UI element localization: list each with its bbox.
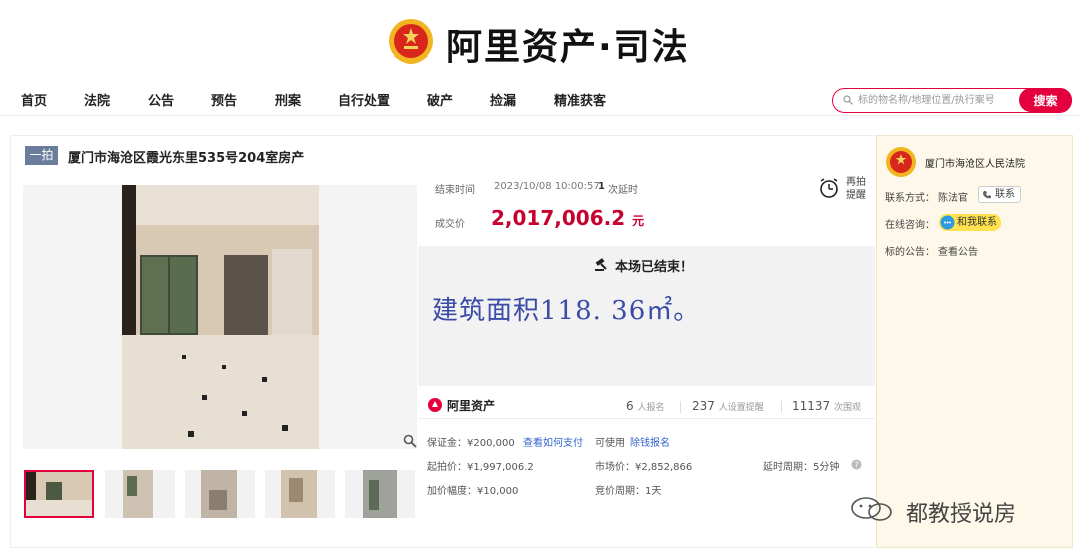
site-header: 阿里资产·司法 xyxy=(0,0,1080,84)
nav-home[interactable]: 首页 xyxy=(21,90,47,109)
phone-icon xyxy=(983,191,991,199)
thumbnail-4[interactable] xyxy=(265,470,335,518)
delay-text: 次延时 xyxy=(608,185,638,196)
thumbnail-1[interactable] xyxy=(24,470,94,518)
watermark-text: 都教授说房 xyxy=(906,502,1017,527)
reminders-stat: 237 人设置提醒 xyxy=(692,399,764,413)
nav-criminal[interactable]: 刑案 xyxy=(275,90,301,109)
consult-button[interactable]: 和我联系 xyxy=(939,214,1001,231)
deposit: 保证金：¥200,000 xyxy=(427,438,515,449)
delay-count: 1 xyxy=(598,181,605,192)
wechat-watermark: 都教授说房 xyxy=(848,494,1058,527)
notice-label: 标的公告： xyxy=(885,247,935,258)
nav-bankruptcy[interactable]: 破产 xyxy=(427,90,453,109)
room-image xyxy=(122,185,319,449)
how-to-pay-link[interactable]: 查看如何支付 xyxy=(523,434,583,449)
auction-round-badge: 一拍 xyxy=(25,146,58,165)
search-box: 搜索 xyxy=(832,88,1072,113)
gavel-icon xyxy=(595,258,607,271)
can-use-text: 可使用 xyxy=(595,438,625,449)
views-stat: 11137 次围观 xyxy=(792,399,862,413)
end-time-value: 2023/10/08 10:00:57 xyxy=(494,181,600,192)
auction-ended-panel: 本场已结束！ 建筑面积118. 36㎡。 xyxy=(418,246,875,386)
search-icon xyxy=(843,95,853,105)
market-price: 市场价：¥2,852,866 xyxy=(595,462,693,473)
brand-title: 阿里资产·司法 xyxy=(446,27,690,68)
end-time-label: 结束时间 xyxy=(435,185,475,196)
divider xyxy=(781,401,782,413)
loan-signup-link[interactable]: 除钱报名 xyxy=(630,434,670,449)
contact-label: 联系方式： xyxy=(885,193,935,204)
court-emblem-small-icon xyxy=(886,147,916,177)
reauction-remind-button[interactable]: 再拍 提醒 xyxy=(818,173,876,203)
listing-panel: 一拍 厦门市海沧区霞光东里535号204室房产 结束时间 2023/10/08 … xyxy=(10,135,876,548)
nav-preview[interactable]: 预告 xyxy=(211,90,237,109)
listing-title: 厦门市海沧区霞光东里535号204室房产 xyxy=(68,151,305,166)
deal-price: 2,017,006.2 元 xyxy=(491,206,645,230)
nav-precise-customer[interactable]: 精准获客 xyxy=(554,90,606,109)
bid-increment: 加价幅度：¥10,000 xyxy=(427,486,519,497)
court-name[interactable]: 厦门市海沧区人民法院 xyxy=(925,155,1025,170)
signups-stat: 6 人报名 xyxy=(626,399,665,413)
consult-label: 在线咨询： xyxy=(885,220,935,231)
alarm-clock-icon xyxy=(820,178,838,198)
court-info-panel: 厦门市海沧区人民法院 联系方式： 陈法官 联系 在线咨询： 和我联系 标的公告：… xyxy=(876,135,1073,548)
thumbnail-2[interactable] xyxy=(105,470,175,518)
auction-ended-text: 本场已结束！ xyxy=(615,260,694,275)
start-price: 起拍价：¥1,997,006.2 xyxy=(427,462,534,473)
deal-price-label: 成交价 xyxy=(435,219,465,230)
ali-assets-logo-icon xyxy=(428,398,442,412)
search-button[interactable]: 搜索 xyxy=(1019,88,1072,112)
nav-notice[interactable]: 公告 xyxy=(148,90,174,109)
nav-self-disposal[interactable]: 自行处置 xyxy=(338,90,390,109)
delay-period: 延时周期：5分钟 xyxy=(763,462,840,473)
thumbnail-3[interactable] xyxy=(185,470,255,518)
court-emblem-icon xyxy=(389,19,433,64)
area-annotation: 建筑面积118. 36㎡。 xyxy=(432,296,701,326)
divider xyxy=(680,401,681,413)
contact-button[interactable]: 联系 xyxy=(978,186,1021,203)
thumbnail-5[interactable] xyxy=(345,470,415,518)
nav-court[interactable]: 法院 xyxy=(84,90,110,109)
stats-row: 阿里资产 6 人报名 237 人设置提醒 11137 次围观 xyxy=(418,389,875,419)
contact-name: 陈法官 xyxy=(938,193,968,204)
search-input[interactable] xyxy=(858,91,1018,110)
wechat-icon xyxy=(851,497,892,521)
help-icon[interactable]: ? xyxy=(851,459,862,470)
nav-bargain[interactable]: 捡漏 xyxy=(490,90,516,109)
chat-bubble-icon xyxy=(940,215,955,230)
bid-period: 竞价周期：1天 xyxy=(595,486,662,497)
platform-name: 阿里资产 xyxy=(447,399,496,413)
zoom-icon[interactable] xyxy=(403,434,417,448)
svg-text:?: ? xyxy=(854,461,858,470)
main-photo[interactable] xyxy=(122,185,319,449)
view-notice-link[interactable]: 查看公告 xyxy=(938,243,978,258)
